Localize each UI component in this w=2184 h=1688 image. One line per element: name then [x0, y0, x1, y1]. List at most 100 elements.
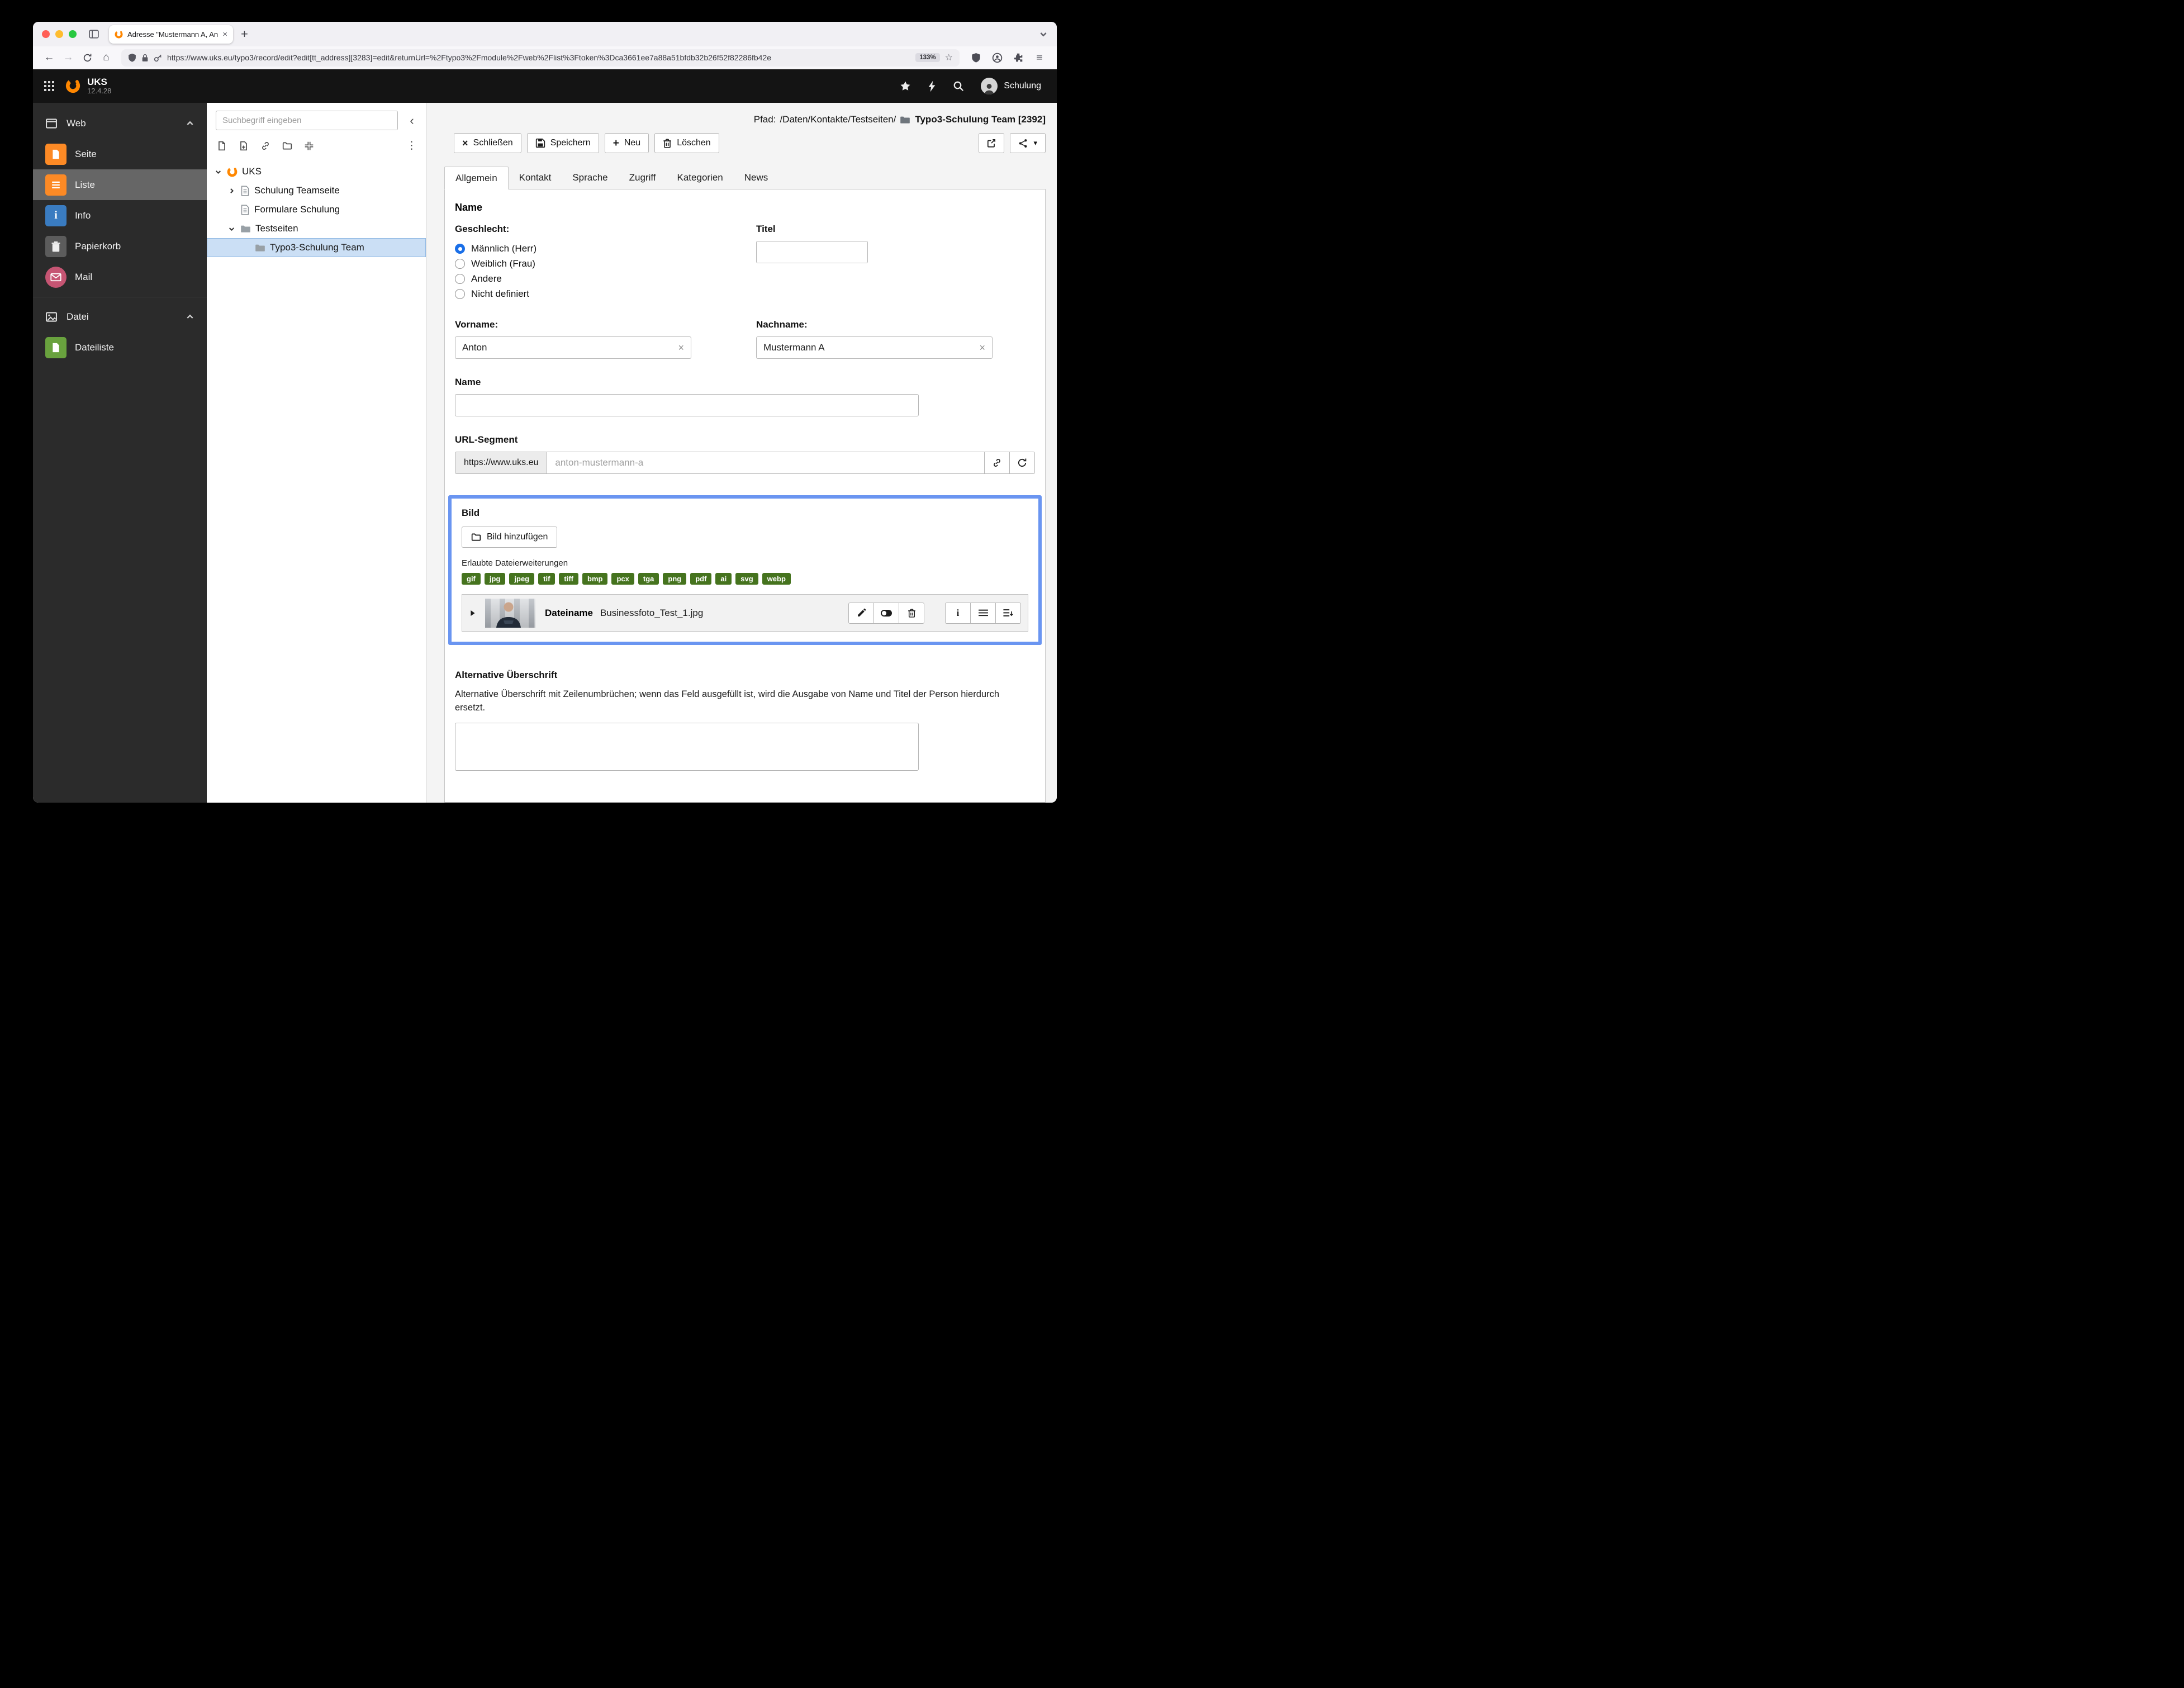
tab-news[interactable]: News	[734, 167, 779, 189]
file-module-group-icon	[45, 311, 58, 323]
new-page-icon[interactable]	[217, 141, 227, 151]
chevron-right-icon[interactable]	[227, 187, 236, 195]
new-page-plus-icon[interactable]	[239, 141, 249, 151]
file-thumbnail[interactable]	[485, 598, 535, 628]
close-button[interactable]: × Schließen	[454, 133, 521, 153]
user-menu[interactable]: Schulung	[981, 78, 1041, 94]
sidebar-item-mail[interactable]: Mail	[33, 262, 207, 292]
chevron-up-icon[interactable]	[186, 312, 194, 321]
collapse-panel-icon[interactable]: ‹	[403, 114, 420, 127]
tab-zugriff[interactable]: Zugriff	[619, 167, 667, 189]
tree-node-selected[interactable]: Typo3-Schulung Team	[207, 238, 426, 257]
url-field[interactable]: https://www.uks.eu/typo3/record/edit?edi…	[121, 49, 960, 67]
file-info-button[interactable]: i	[945, 602, 971, 624]
module-group-label: Web	[67, 118, 86, 129]
module-group-datei[interactable]: Datei	[33, 302, 207, 332]
share-button[interactable]: ▾	[1010, 133, 1046, 153]
tab-kategorien[interactable]: Kategorien	[667, 167, 734, 189]
key-icon[interactable]	[154, 54, 162, 62]
menu-icon[interactable]: ≡	[1030, 52, 1049, 63]
search-icon[interactable]	[953, 80, 964, 92]
tracking-shield-icon[interactable]	[128, 53, 136, 62]
expand-caret-icon[interactable]	[468, 610, 478, 617]
tree-node[interactable]: Testseiten	[207, 219, 426, 238]
clear-input-icon[interactable]: ×	[979, 343, 985, 353]
tab-list-chevron-icon[interactable]	[1039, 30, 1048, 39]
url-segment-input[interactable]	[547, 452, 985, 474]
new-button[interactable]: + Neu	[604, 133, 649, 153]
sidebar-item-info[interactable]: i Info	[33, 200, 207, 231]
zoom-level-badge[interactable]: 133%	[915, 53, 940, 62]
delete-file-button[interactable]	[899, 602, 924, 624]
typo3-brand[interactable]: UKS 12.4.28	[65, 77, 111, 96]
alt-heading-textarea[interactable]	[455, 722, 919, 771]
tree-search-input[interactable]	[216, 111, 398, 130]
kebab-menu-icon[interactable]: ⋮	[406, 140, 417, 151]
tree-node[interactable]: Schulung Teamseite	[207, 181, 426, 200]
url-segment-toggle-button[interactable]	[984, 452, 1010, 474]
lock-icon[interactable]	[141, 54, 149, 62]
collapse-all-icon[interactable]	[304, 141, 314, 151]
bookmark-star-icon[interactable]: ☆	[945, 52, 953, 63]
chevron-up-icon[interactable]	[186, 119, 194, 128]
tab-sprache[interactable]: Sprache	[562, 167, 618, 189]
sidebar-item-dateiliste[interactable]: Dateiliste	[33, 332, 207, 363]
home-icon[interactable]: ⌂	[98, 51, 115, 64]
clear-cache-bolt-icon[interactable]	[928, 80, 936, 92]
account-icon[interactable]	[987, 53, 1006, 63]
vorname-input[interactable]	[455, 336, 691, 359]
extensions-icon[interactable]	[1009, 53, 1028, 63]
sidebar-item-liste[interactable]: Liste	[33, 169, 207, 200]
trash-icon	[663, 138, 672, 148]
radio-nicht-definiert[interactable]: Nicht definiert	[455, 286, 692, 301]
new-tab-button[interactable]: +	[241, 27, 248, 41]
name-input[interactable]	[455, 394, 919, 416]
close-window-button[interactable]	[42, 30, 50, 38]
radio-weiblich[interactable]: Weiblich (Frau)	[455, 256, 692, 271]
tree-node[interactable]: Formulare Schulung	[207, 200, 426, 219]
save-button[interactable]: Speichern	[526, 133, 599, 153]
chevron-down-icon[interactable]	[213, 168, 222, 176]
sort-button[interactable]	[995, 602, 1021, 624]
add-image-button[interactable]: Bild hinzufügen	[462, 527, 558, 548]
link-icon[interactable]	[260, 141, 270, 151]
url-segment-recalculate-button[interactable]	[1009, 452, 1035, 474]
avatar	[981, 78, 998, 94]
modules-grid-icon[interactable]	[33, 69, 65, 103]
edit-file-button[interactable]	[848, 602, 874, 624]
back-icon[interactable]: ←	[41, 51, 58, 64]
tab-kontakt[interactable]: Kontakt	[509, 167, 562, 189]
recycler-module-icon	[45, 235, 67, 257]
forward-icon[interactable]: →	[60, 51, 77, 64]
radio-maennlich[interactable]: Männlich (Herr)	[455, 241, 692, 256]
sidebar-toggle-icon[interactable]	[89, 30, 99, 39]
module-group-web[interactable]: Web	[33, 108, 207, 139]
tab-allgemein[interactable]: Allgemein	[444, 167, 509, 189]
open-in-new-window-button[interactable]	[979, 133, 1005, 153]
radio-andere[interactable]: Andere	[455, 271, 692, 286]
filename-value: Businessfoto_Test_1.jpg	[600, 607, 704, 618]
privacy-shield-icon[interactable]	[966, 53, 985, 63]
titel-input[interactable]	[756, 241, 868, 263]
clear-input-icon[interactable]: ×	[678, 343, 684, 353]
tree-node-root[interactable]: UKS	[207, 162, 426, 181]
folder-icon[interactable]	[282, 141, 292, 151]
chevron-down-icon[interactable]	[227, 225, 236, 233]
visibility-toggle-button[interactable]	[873, 602, 899, 624]
browser-tab[interactable]: Adresse "Mustermann A, Anton ×	[109, 25, 233, 44]
sidebar-item-label: Liste	[75, 179, 95, 190]
sidebar-item-seite[interactable]: Seite	[33, 139, 207, 169]
sidebar-item-label: Mail	[75, 271, 93, 282]
zoom-window-button[interactable]	[69, 30, 77, 38]
url-text[interactable]: https://www.uks.eu/typo3/record/edit?edi…	[167, 53, 910, 62]
hamburger-icon	[978, 609, 988, 617]
record-title: Typo3-Schulung Team [2392]	[915, 114, 1046, 125]
tab-close-icon[interactable]: ×	[222, 30, 227, 39]
nachname-input[interactable]	[756, 336, 993, 359]
bookmark-icon[interactable]	[900, 80, 911, 92]
delete-button[interactable]: Löschen	[654, 133, 719, 153]
reload-icon[interactable]	[79, 53, 96, 63]
sidebar-item-papierkorb[interactable]: Papierkorb	[33, 231, 207, 262]
drag-handle-button[interactable]	[970, 602, 996, 624]
minimize-window-button[interactable]	[55, 30, 63, 38]
